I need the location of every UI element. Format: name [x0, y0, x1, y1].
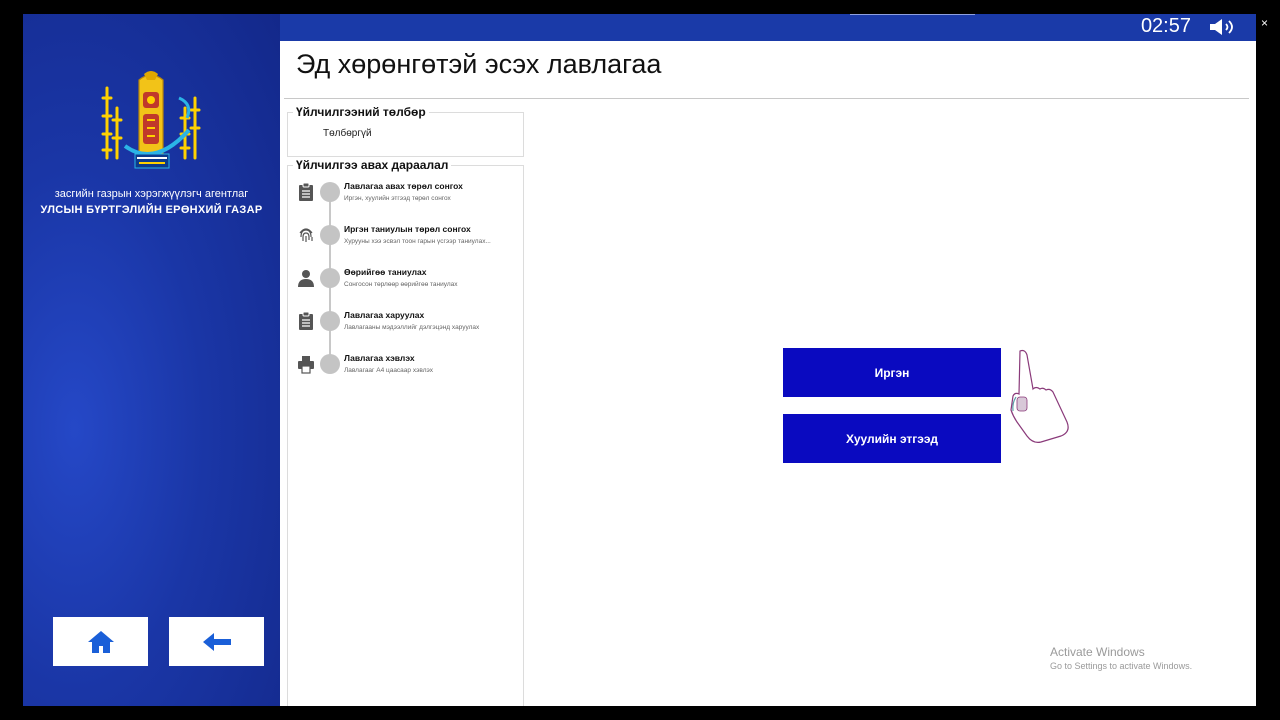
activate-windows-watermark: Activate Windows Go to Settings to activ… — [1050, 645, 1192, 671]
step-item: Лавлагаа хэвлэх Лавлагааг А4 цаасаар хэв… — [288, 353, 523, 394]
main-panel: Эд хөрөнгөтэй эсэх лавлагаа Үйлчилгээний… — [280, 41, 1256, 706]
back-button[interactable] — [169, 617, 264, 666]
fingerprint-icon — [299, 228, 313, 242]
agency-emblem-logo — [101, 71, 201, 169]
step-title: Иргэн таниулын төрөл сонгох — [344, 224, 471, 234]
top-divider — [850, 14, 975, 15]
user-icon — [298, 270, 314, 287]
step-desc: Сонгосон төрлөөр өөрийгөө таниулах — [344, 281, 458, 288]
session-timer: 02:57 — [1140, 15, 1191, 37]
step-desc: Лавлагааг А4 цаасаар хэвлэх — [344, 367, 433, 374]
close-button[interactable]: × — [1261, 16, 1268, 30]
speaker-icon[interactable] — [1208, 18, 1240, 36]
step-dot — [320, 354, 340, 374]
step-desc: Лавлагааны мэдээллийг дэлгэцэнд харуулах — [344, 324, 480, 331]
step-dot — [320, 311, 340, 331]
step-desc: Иргэн, хуулийн этгээд төрөл сонгох — [344, 195, 451, 202]
home-icon — [87, 630, 114, 653]
pointing-hand-icon — [1010, 349, 1069, 443]
step-item: Өөрийгөө таниулах Сонгосон төрлөөр өөрий… — [288, 267, 523, 308]
department-name: УЛСЫН БҮРТГЭЛИЙН ЕРӨНХИЙ ГАЗАР — [40, 204, 263, 216]
watermark-line2: Go to Settings to activate Windows. — [1050, 661, 1193, 671]
step-item: Иргэн таниулын төрөл сонгох Хурууны хээ … — [288, 224, 523, 265]
legal-entity-button[interactable]: Хуулийн этгээд — [783, 414, 1001, 463]
step-title: Лавлагаа хэвлэх — [344, 353, 415, 363]
clipboard-icon — [299, 311, 313, 330]
payment-section: Үйлчилгээний төлбөр Төлбөргүй — [287, 105, 524, 157]
agency-subtitle: засгийн газрын хэрэгжүүлэгч агентлаг — [54, 188, 249, 200]
sidebar: засгийн газрын хэрэгжүүлэгч агентлаг УЛС… — [23, 14, 280, 706]
step-title: Өөрийгөө таниулах — [344, 267, 427, 277]
title-divider — [284, 98, 1249, 99]
steps-section: Үйлчилгээ авах дараалал Лавлагаа авах тө… — [287, 158, 524, 706]
step-title: Лавлагаа харуулах — [344, 310, 425, 320]
step-item: Лавлагаа авах төрөл сонгох Иргэн, хуулий… — [288, 181, 523, 222]
home-button[interactable] — [53, 617, 148, 666]
watermark-line1: Activate Windows — [1050, 645, 1145, 659]
step-item: Лавлагаа харуулах Лавлагааны мэдээллийг … — [288, 310, 523, 351]
step-title: Лавлагаа авах төрөл сонгох — [344, 181, 463, 191]
kiosk-window: засгийн газрын хэрэгжүүлэгч агентлаг УЛС… — [23, 14, 1256, 706]
step-dot — [320, 225, 340, 245]
arrow-left-icon — [202, 632, 231, 651]
payment-legend: Үйлчилгээний төлбөр — [293, 105, 429, 119]
steps-legend: Үйлчилгээ авах дараалал — [293, 158, 452, 172]
page-title: Эд хөрөнгөтэй эсэх лавлагаа — [296, 49, 662, 79]
step-dot — [320, 268, 340, 288]
printer-icon — [298, 356, 314, 374]
step-desc: Хурууны хээ эсвэл тоон гарын үсгээр тани… — [344, 238, 491, 245]
top-bar: 02:57 — [280, 14, 1256, 41]
clipboard-icon — [299, 182, 313, 201]
payment-value: Төлбөргүй — [323, 128, 372, 139]
citizen-button[interactable]: Иргэн — [783, 348, 1001, 397]
step-dot — [320, 182, 340, 202]
